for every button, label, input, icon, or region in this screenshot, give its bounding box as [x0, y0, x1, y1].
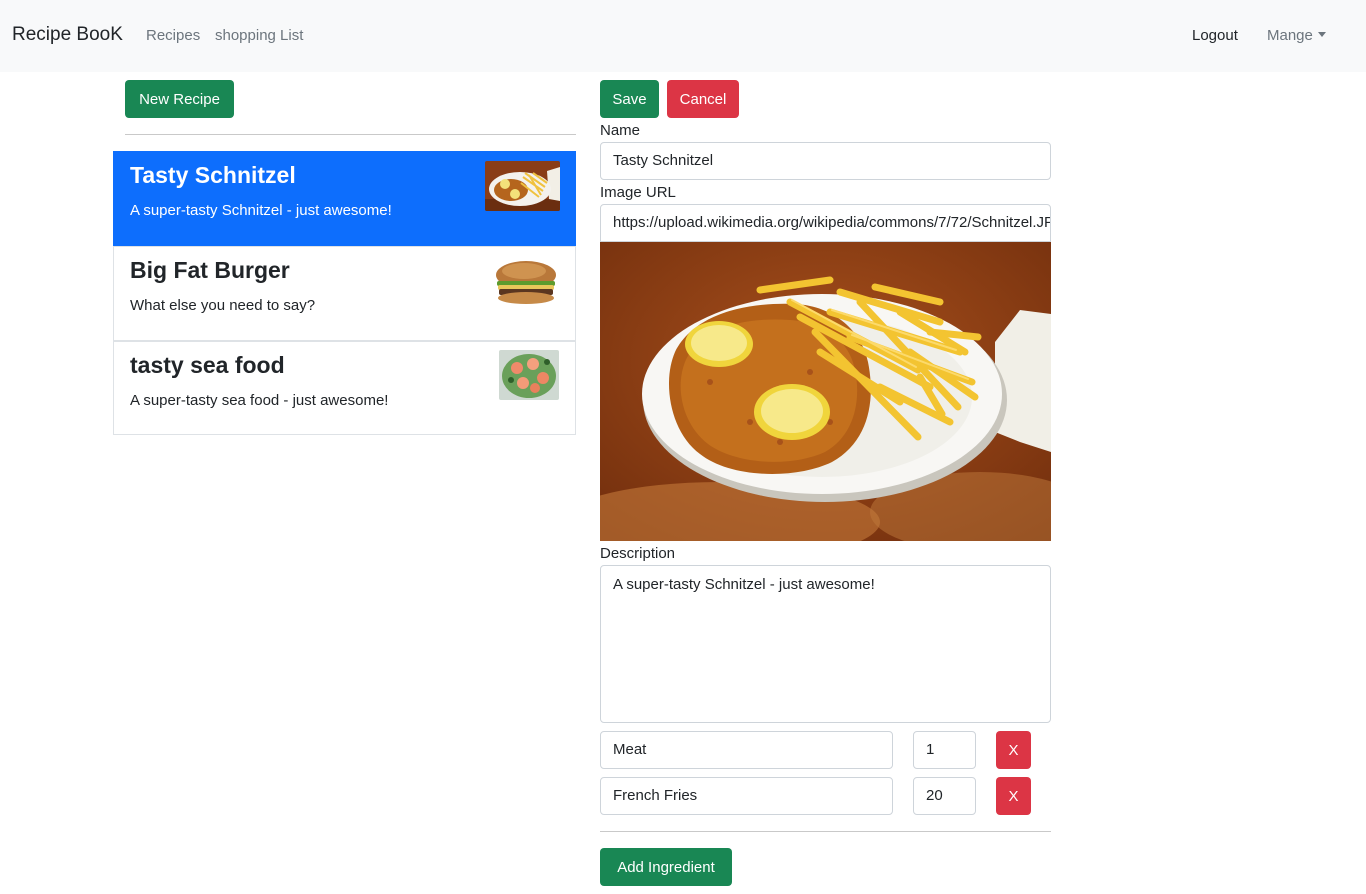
burger-thumbnail — [494, 257, 558, 305]
divider — [600, 831, 1051, 832]
new-recipe-button[interactable]: New Recipe — [125, 80, 234, 118]
logout-link[interactable]: Logout — [1192, 27, 1238, 44]
cancel-button[interactable]: Cancel — [667, 80, 739, 118]
recipe-title: Tasty Schnitzel — [130, 162, 296, 188]
divider — [125, 134, 576, 135]
image-url-input[interactable]: https://upload.wikimedia.org/wikipedia/c… — [600, 204, 1051, 242]
save-button[interactable]: Save — [600, 80, 659, 118]
recipe-image-preview — [600, 242, 1051, 541]
description-label: Description — [600, 545, 676, 562]
remove-ingredient-button[interactable]: X — [996, 731, 1031, 769]
caret-down-icon — [1317, 32, 1326, 37]
remove-ingredient-button[interactable]: X — [996, 777, 1031, 815]
recipe-item-big-fat-burger[interactable]: Big Fat Burger What else you need to say… — [113, 246, 576, 341]
name-label: Name — [600, 122, 641, 139]
ingredient-amount-input[interactable]: 20 — [913, 777, 976, 815]
description-textarea[interactable]: A super-tasty Schnitzel - just awesome! — [600, 565, 1051, 723]
recipe-title: Big Fat Burger — [130, 257, 290, 283]
add-ingredient-button[interactable]: Add Ingredient — [600, 848, 732, 886]
manage-label: Mange — [1267, 27, 1313, 44]
recipe-description: A super-tasty Schnitzel - just awesome! — [130, 202, 392, 219]
manage-dropdown[interactable]: Mange — [1267, 27, 1326, 44]
recipe-description: What else you need to say? — [130, 297, 316, 314]
nav-shopping-list-link[interactable]: shopping List — [215, 27, 303, 44]
ingredient-name-input[interactable]: French Fries — [600, 777, 893, 815]
recipe-item-tasty-schnitzel[interactable]: Tasty Schnitzel A super-tasty Schnitzel … — [113, 151, 576, 246]
nav-recipes-link[interactable]: Recipes — [146, 27, 200, 44]
recipe-description: A super-tasty sea food - just awesome! — [130, 392, 389, 409]
name-input[interactable]: Tasty Schnitzel — [600, 142, 1051, 180]
navbar: Recipe BooK Recipes shopping List Logout… — [0, 0, 1366, 72]
sea-food-thumbnail — [499, 350, 559, 400]
image-url-label: Image URL — [600, 184, 676, 201]
ingredient-amount-input[interactable]: 1 — [913, 731, 976, 769]
schnitzel-thumbnail — [485, 161, 560, 211]
recipe-item-tasty-sea-food[interactable]: tasty sea food A super-tasty sea food - … — [113, 341, 576, 435]
recipe-title: tasty sea food — [130, 352, 285, 378]
ingredient-name-input[interactable]: Meat — [600, 731, 893, 769]
brand-link[interactable]: Recipe BooK — [12, 24, 123, 46]
